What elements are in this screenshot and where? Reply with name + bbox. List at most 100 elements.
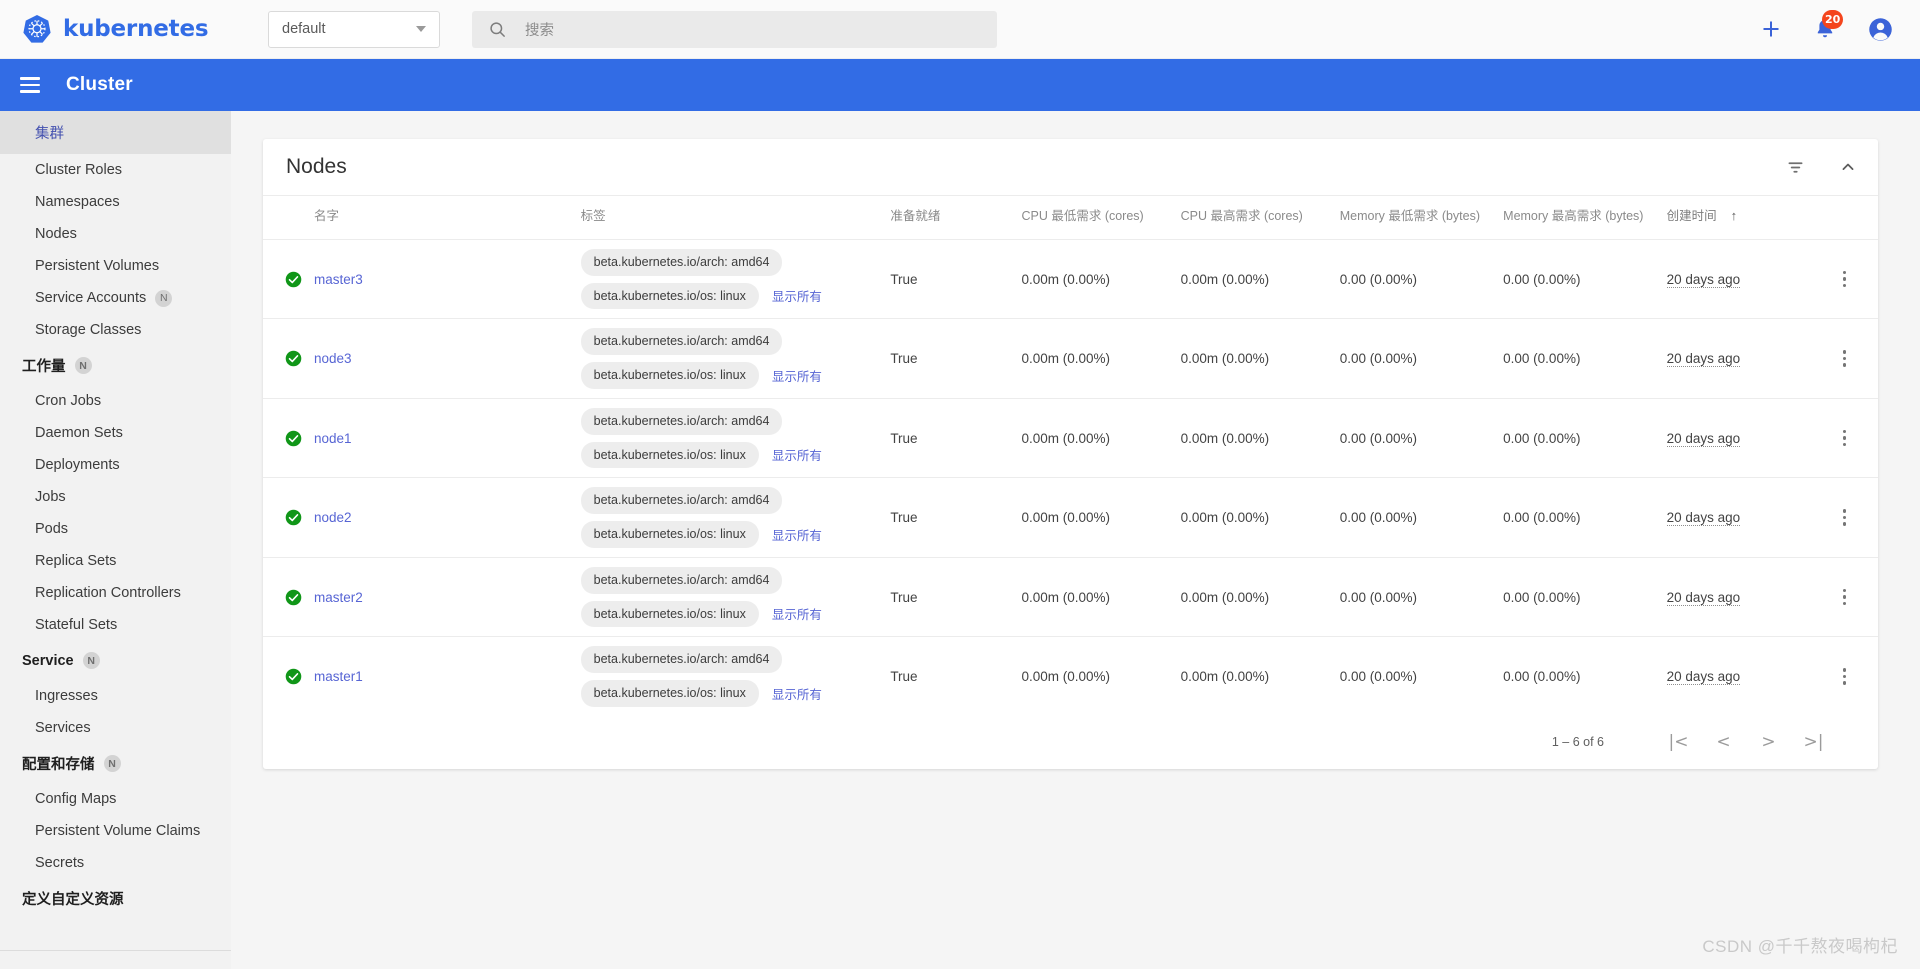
last-page-button[interactable]: >| (1791, 721, 1836, 763)
prev-page-button[interactable]: < (1701, 721, 1746, 763)
status-ok-check-icon (285, 668, 302, 685)
show-all-labels-link[interactable]: 显示所有 (772, 286, 822, 305)
sidebar-item-config-maps[interactable]: Config Maps (0, 783, 231, 815)
col-name[interactable]: 名字 (306, 196, 573, 240)
cell-actions (1811, 477, 1878, 558)
first-page-button[interactable]: |< (1656, 721, 1701, 763)
sidebar-item-jobs[interactable]: Jobs (0, 481, 231, 513)
table-row[interactable]: node2 beta.kubernetes.io/arch: amd64 beta.… (263, 477, 1878, 558)
label-chip-group: beta.kubernetes.io/arch: amd64 beta.kuber… (580, 248, 875, 310)
cell-ready: True (882, 477, 1014, 558)
table-row[interactable]: node1 beta.kubernetes.io/arch: amd64 beta.… (263, 398, 1878, 479)
col-cpu-max[interactable]: CPU 最高需求 (cores) (1172, 196, 1332, 240)
sidebar-item-nodes[interactable]: Nodes (0, 218, 231, 250)
cell-created: 20 days ago (1659, 637, 1812, 716)
sidebar-group-4[interactable]: 定义自定义资源 (0, 879, 231, 918)
table-row[interactable]: master1 beta.kubernetes.io/arch: amd64 bet… (263, 637, 1878, 716)
search-bar[interactable]: 搜索 (472, 10, 997, 48)
node-name-link[interactable]: node1 (314, 431, 352, 446)
node-name-link[interactable]: master3 (314, 272, 363, 287)
cell-mem-max: 0.00 (0.00%) (1503, 669, 1581, 685)
filter-icon[interactable] (1785, 157, 1806, 178)
sidebar-item-services[interactable]: Services (0, 712, 231, 744)
sidebar-item-label: Config Maps (35, 791, 117, 807)
sidebar-item-label: Persistent Volumes (35, 258, 160, 274)
show-all-labels-link[interactable]: 显示所有 (772, 684, 822, 703)
created-time-text: 20 days ago (1666, 589, 1741, 606)
sidebar-group-2[interactable]: Service N (0, 641, 231, 680)
sidebar: 集群 Cluster Roles Namespaces Nodes Persistent… (0, 111, 231, 969)
sidebar-item-label: Pods (35, 521, 69, 537)
cell-actions (1811, 239, 1878, 320)
node-name-link[interactable]: node3 (314, 351, 352, 366)
row-overflow-menu-icon[interactable] (1819, 429, 1870, 447)
add-button[interactable] (1759, 17, 1783, 41)
row-overflow-menu-icon[interactable] (1819, 270, 1870, 288)
cell-mem-min: 0.00 (0.00%) (1331, 398, 1496, 479)
sidebar-item-replication-controllers[interactable]: Replication Controllers (0, 577, 231, 609)
show-all-labels-link[interactable]: 显示所有 (772, 604, 822, 623)
sidebar-group-1[interactable]: 工作量 N (0, 346, 231, 385)
notifications-button[interactable]: 20 (1813, 10, 1844, 41)
col-actions (1811, 196, 1878, 240)
sidebar-item-persistent-volume-claims[interactable]: Persistent Volume Claims (0, 815, 231, 847)
label-chip: beta.kubernetes.io/arch: amd64 (580, 646, 783, 674)
node-name-link[interactable]: master2 (314, 590, 363, 605)
sidebar-item-label: Ingresses (35, 688, 98, 704)
col-cpu-min[interactable]: CPU 最低需求 (cores) (1013, 196, 1173, 240)
main-content: Nodes 名字 标签 准备就绪 CPU 最低需求 (cores) CPU 最高… (231, 111, 1920, 969)
cell-created: 20 days ago (1658, 557, 1812, 638)
cell-mem-max: 0.00 (0.00%) (1495, 239, 1659, 320)
sidebar-item-secrets[interactable]: Secrets (0, 847, 231, 879)
kubernetes-logo-icon (23, 14, 51, 43)
namespace-select[interactable]: default (268, 10, 440, 48)
row-overflow-menu-icon[interactable] (1819, 509, 1870, 526)
chevron-down-icon (416, 26, 426, 32)
sidebar-item-persistent-volumes[interactable]: Persistent Volumes (0, 250, 231, 282)
table-row[interactable]: master3 beta.kubernetes.io/arch: amd64 bet… (263, 239, 1878, 320)
sidebar-item-label: Services (35, 720, 91, 736)
cell-mem-min: 0.00 (0.00%) (1331, 239, 1496, 320)
sidebar-item-storage-classes[interactable]: Storage Classes (0, 314, 231, 346)
label-chip-row: beta.kubernetes.io/os: linux 显示所有 (580, 680, 822, 707)
sidebar-item-namespaces[interactable]: Namespaces (0, 186, 231, 218)
kebab-dot (1842, 442, 1847, 447)
node-name-link[interactable]: node2 (314, 510, 352, 525)
sidebar-item-pods[interactable]: Pods (0, 513, 231, 545)
cell-actions (1811, 398, 1878, 479)
label-chip-group: beta.kubernetes.io/arch: amd64 beta.kuber… (580, 646, 875, 707)
sidebar-item-replica-sets[interactable]: Replica Sets (0, 545, 231, 577)
show-all-labels-link[interactable]: 显示所有 (772, 366, 822, 385)
sidebar-item-ingresses[interactable]: Ingresses (0, 680, 231, 712)
col-ready[interactable]: 准备就绪 (882, 196, 1014, 240)
row-overflow-menu-icon[interactable] (1819, 588, 1870, 606)
sidebar-item-cluster-roles[interactable]: Cluster Roles (0, 154, 231, 186)
sidebar-item-deployments[interactable]: Deployments (0, 449, 231, 481)
collapse-chevron-up-icon[interactable] (1838, 157, 1858, 177)
table-row[interactable]: node3 beta.kubernetes.io/arch: amd64 beta.… (263, 318, 1878, 399)
row-overflow-menu-icon[interactable] (1819, 350, 1870, 367)
sidebar-group-label: 定义自定义资源 (22, 892, 124, 908)
col-mem-max[interactable]: Memory 最高需求 (bytes) (1495, 196, 1659, 240)
brand-logo-area[interactable]: kubernetes (0, 14, 250, 44)
status-ok-check-icon (285, 430, 302, 446)
next-page-button[interactable]: > (1746, 721, 1791, 763)
account-button[interactable] (1867, 16, 1894, 43)
sidebar-item-cron-jobs[interactable]: Cron Jobs (0, 385, 231, 417)
sidebar-item-daemon-sets[interactable]: Daemon Sets (0, 417, 231, 449)
show-all-labels-link[interactable]: 显示所有 (772, 525, 822, 544)
row-overflow-menu-icon[interactable] (1819, 668, 1870, 685)
sidebar-group-3[interactable]: 配置和存储 N (0, 744, 231, 783)
col-labels[interactable]: 标签 (572, 196, 883, 240)
search-input[interactable]: 搜索 (525, 19, 554, 40)
table-row[interactable]: master2 beta.kubernetes.io/arch: amd64 bet… (263, 557, 1878, 638)
label-chip: beta.kubernetes.io/arch: amd64 (580, 248, 783, 276)
sidebar-item-service-accounts[interactable]: Service Accounts N (0, 282, 231, 314)
menu-toggle-button[interactable] (20, 73, 40, 97)
sidebar-group-0[interactable]: 集群 (0, 111, 231, 154)
col-mem-min[interactable]: Memory 最低需求 (bytes) (1331, 196, 1496, 240)
node-name-link[interactable]: master1 (314, 669, 363, 684)
col-created[interactable]: 创建时间 ↑ (1658, 196, 1812, 240)
sidebar-item-stateful-sets[interactable]: Stateful Sets (0, 609, 231, 641)
show-all-labels-link[interactable]: 显示所有 (772, 445, 822, 464)
